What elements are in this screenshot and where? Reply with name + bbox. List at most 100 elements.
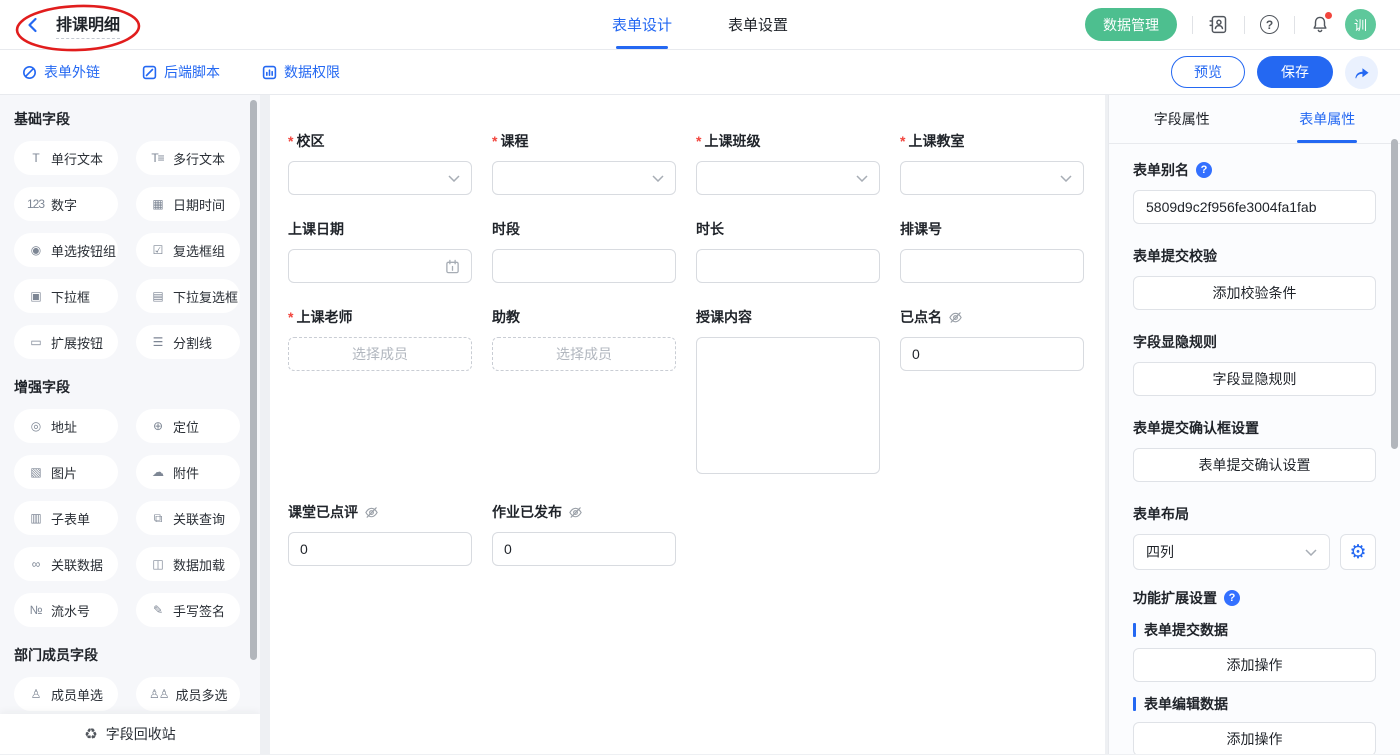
rollcall-count-input[interactable]: 0 [900,337,1084,371]
field-item-dropdown[interactable]: ▣下拉框 [14,279,118,313]
field-item-image[interactable]: ▧图片 [14,455,118,489]
section-title-enhanced-fields: 增强字段 [14,377,246,397]
panel-scrollbar-thumb[interactable] [1391,139,1398,449]
form-field-class[interactable]: *上课班级 [696,131,880,195]
schedule-no-input[interactable] [900,249,1084,283]
form-field-rollcall[interactable]: 已点名 0 [900,307,1084,371]
class-select[interactable] [696,161,880,195]
campus-select[interactable] [288,161,472,195]
field-item-subform[interactable]: ▥子表单 [14,501,118,535]
backend-script-button[interactable]: 后端脚本 [142,62,220,82]
field-visibility-rules-button[interactable]: 字段显隐规则 [1133,362,1376,396]
extension-help-icon[interactable]: ? [1224,590,1240,606]
gear-icon: ⚙ [1349,541,1366,564]
preview-button[interactable]: 预览 [1171,56,1245,88]
homework-published-count-input[interactable]: 0 [492,532,676,566]
class-date-input[interactable] [288,249,472,283]
field-item-serial-number[interactable]: №流水号 [14,593,118,627]
field-item-radio-group[interactable]: ◉单选按钮组 [14,233,118,267]
field-label: 上课老师 [296,307,352,327]
teaching-content-textarea[interactable] [696,337,880,474]
share-button[interactable] [1345,56,1378,89]
back-button[interactable] [24,16,42,34]
alias-help-icon[interactable]: ? [1196,162,1212,178]
avatar[interactable]: 训 [1345,9,1376,40]
edit-data-add-action-button[interactable]: 添加操作 [1133,722,1376,754]
duration-input[interactable] [696,249,880,283]
field-recycle-bin-button[interactable]: ♻ 字段回收站 [0,714,260,754]
properties-panel: 字段属性 表单属性 表单别名 ? 5809d9c2f956fe3004fa1fa… [1108,95,1400,754]
field-item-member-single[interactable]: ♙成员单选 [14,677,118,711]
field-label: 校区 [296,131,324,151]
dropdown-icon: ▣ [27,289,44,303]
data-permission-button[interactable]: 数据权限 [262,62,340,82]
course-select[interactable] [492,161,676,195]
help-button[interactable]: ? [1260,15,1279,34]
form-field-class-date[interactable]: 上课日期 [288,219,472,283]
field-item-divider-line[interactable]: ☰分割线 [136,325,240,359]
form-field-campus[interactable]: *校区 [288,131,472,195]
contacts-button[interactable] [1208,14,1229,35]
form-field-content[interactable]: 授课内容 [696,307,880,474]
field-item-data-load[interactable]: ◫数据加载 [136,547,240,581]
external-link-button[interactable]: 表单外链 [22,62,100,82]
form-field-assistant[interactable]: 助教 选择成员 [492,307,676,371]
period-input[interactable] [492,249,676,283]
form-field-duration[interactable]: 时长 [696,219,880,283]
form-field-classroom[interactable]: *上课教室 [900,131,1084,195]
checkbox-icon: ☑ [149,243,166,257]
form-row-2: 上课日期 时段 时长 排课号 [288,219,1085,283]
layout-settings-button[interactable]: ⚙ [1340,534,1376,570]
tab-form-properties[interactable]: 表单属性 [1255,95,1400,143]
field-item-label: 关联数据 [51,555,103,574]
field-item-attachment[interactable]: ☁附件 [136,455,240,489]
field-item-linked-data[interactable]: ∞关联数据 [14,547,118,581]
submit-data-add-action-button[interactable]: 添加操作 [1133,648,1376,682]
field-item-multi-line-text[interactable]: T≡多行文本 [136,141,240,175]
enhanced-fields-grid: ◎地址 ⊕定位 ▧图片 ☁附件 ▥子表单 ⧉关联查询 ∞关联数据 ◫数据加载 №… [14,409,246,627]
member-placeholder: 选择成员 [556,344,612,364]
header-tabs: 表单设计 表单设置 [612,0,788,49]
form-field-schedule-no[interactable]: 排课号 [900,219,1084,283]
data-manage-button[interactable]: 数据管理 [1085,8,1177,41]
layout-select-value: 四列 [1146,542,1174,562]
field-item-location[interactable]: ⊕定位 [136,409,240,443]
field-item-number[interactable]: 123数字 [14,187,118,221]
tab-form-design[interactable]: 表单设计 [612,0,672,49]
assistant-member-picker[interactable]: 选择成员 [492,337,676,371]
form-field-homework-published[interactable]: 作业已发布 0 [492,502,676,566]
field-item-single-line-text[interactable]: T单行文本 [14,141,118,175]
add-validation-button[interactable]: 添加校验条件 [1133,276,1376,310]
form-field-course[interactable]: *课程 [492,131,676,195]
layout-select[interactable]: 四列 [1133,534,1330,570]
field-item-label: 数据加载 [173,555,225,574]
back-chevron-icon [24,16,42,34]
field-item-address[interactable]: ◎地址 [14,409,118,443]
submit-confirm-settings-button[interactable]: 表单提交确认设置 [1133,448,1376,482]
form-field-period[interactable]: 时段 [492,219,676,283]
class-reviewed-count-input[interactable]: 0 [288,532,472,566]
field-value: 0 [912,346,920,362]
field-item-extend-button[interactable]: ▭扩展按钮 [14,325,118,359]
field-item-member-multi[interactable]: ♙♙成员多选 [136,677,240,711]
form-field-class-reviewed[interactable]: 课堂已点评 0 [288,502,472,566]
field-item-checkbox-group[interactable]: ☑复选框组 [136,233,240,267]
submit-confirm-group: 表单提交确认框设置 表单提交确认设置 [1133,418,1376,482]
save-button[interactable]: 保存 [1257,56,1333,88]
tab-form-settings[interactable]: 表单设置 [728,0,788,49]
tab-field-properties[interactable]: 字段属性 [1109,95,1255,143]
field-item-linked-query[interactable]: ⧉关联查询 [136,501,240,535]
field-item-datetime[interactable]: ▦日期时间 [136,187,240,221]
field-item-dropdown-multi[interactable]: ▤下拉复选框 [136,279,240,313]
recycle-icon: ♻ [84,725,97,743]
notifications-button[interactable] [1310,14,1330,35]
teacher-member-picker[interactable]: 选择成员 [288,337,472,371]
page-title: 排课明细 [56,11,120,39]
form-field-teacher[interactable]: *上课老师 选择成员 [288,307,472,371]
field-label: 时段 [492,219,520,239]
sidebar-scrollbar-thumb[interactable] [250,100,257,660]
classroom-select[interactable] [900,161,1084,195]
field-item-signature[interactable]: ✎手写签名 [136,593,240,627]
form-alias-input[interactable]: 5809d9c2f956fe3004fa1fab [1133,190,1376,224]
contacts-icon [1208,14,1229,35]
